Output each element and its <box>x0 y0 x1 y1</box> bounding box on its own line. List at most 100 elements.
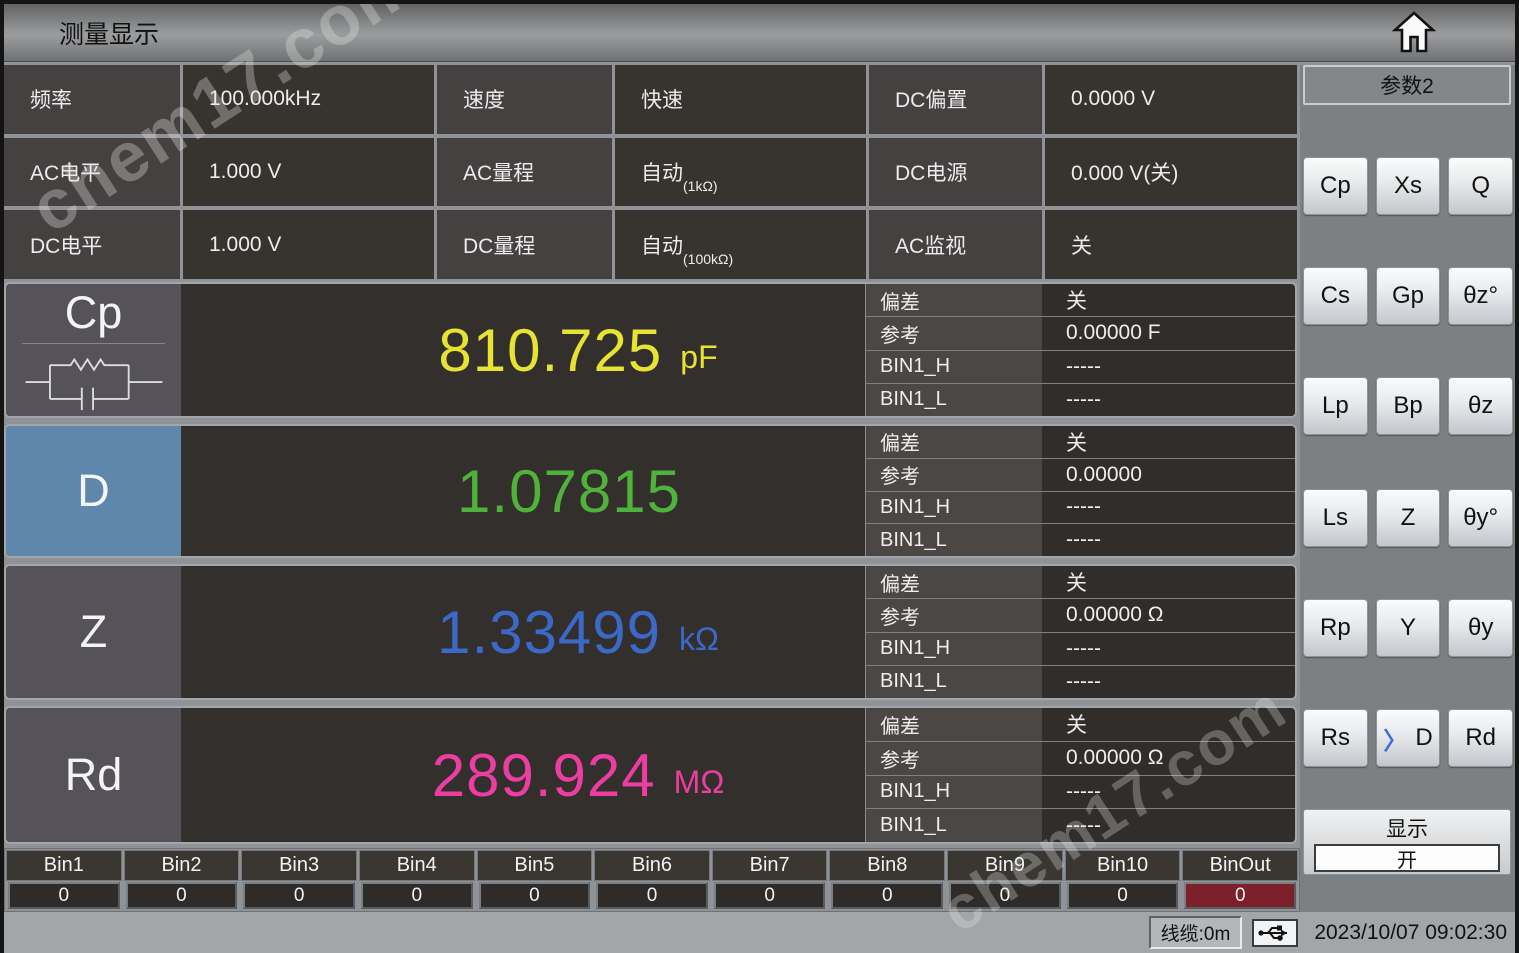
param-button-cp[interactable]: Cp <box>1303 157 1368 215</box>
deviation-label: 偏差 <box>866 708 1042 741</box>
datetime-display: 2023/10/07 09:02:30 <box>1314 921 1507 945</box>
measurement-details-z: 偏差关 参考0.00000 Ω BIN1_H----- BIN1_L----- <box>865 566 1295 698</box>
reference-value: 0.00000 Ω <box>1042 742 1295 775</box>
display-on-button[interactable]: 开 <box>1314 844 1499 872</box>
param-button-cs[interactable]: Cs <box>1303 267 1368 325</box>
dc-bias-label: DC偏置 <box>869 65 1042 134</box>
measurement-value-rd: 289.924 MΩ <box>181 708 865 842</box>
parameter-sidebar: 参数2 Cp Xs Q Cs Gp θz° Lp Bp θz Ls Z θy° … <box>1300 65 1515 912</box>
freq-value[interactable]: 100.000kHz <box>183 65 434 134</box>
freq-label: 频率 <box>4 65 180 134</box>
bin-column: Bin60 <box>593 849 711 911</box>
dc-bias-value[interactable]: 0.0000 V <box>1045 65 1297 134</box>
ac-level-label: AC电平 <box>4 138 180 207</box>
home-icon[interactable] <box>1392 9 1436 57</box>
bin-column: Bin90 <box>946 849 1064 911</box>
param-button-thetay[interactable]: θy <box>1448 599 1513 657</box>
divider <box>22 343 166 344</box>
reference-label: 参考 <box>866 317 1042 349</box>
bin1-l-value: ----- <box>1042 809 1295 842</box>
bin-column-binout: BinOut0 <box>1181 849 1299 911</box>
bin-column: Bin50 <box>476 849 594 911</box>
bin1-l-label: BIN1_L <box>866 809 1042 842</box>
ac-range-value[interactable]: 自动(1kΩ) <box>615 138 866 207</box>
reference-label: 参考 <box>866 742 1042 775</box>
param-button-xs[interactable]: Xs <box>1376 157 1441 215</box>
deviation-label: 偏差 <box>866 426 1042 458</box>
bin-column: Bin70 <box>711 849 829 911</box>
param-button-ls[interactable]: Ls <box>1303 489 1368 547</box>
bin-column: Bin30 <box>240 849 358 911</box>
ac-level-value[interactable]: 1.000 V <box>183 138 434 207</box>
param-selector-rd[interactable]: Rd <box>6 708 181 842</box>
param-button-rd[interactable]: Rd <box>1448 709 1513 767</box>
ac-range-label: AC量程 <box>437 138 612 207</box>
param-selector-z[interactable]: Z <box>6 566 181 698</box>
param-button-d-selected[interactable]: 〉D <box>1376 709 1441 767</box>
bin-column: Bin20 <box>123 849 241 911</box>
reference-value: 0.00000 F <box>1042 317 1295 349</box>
deviation-label: 偏差 <box>866 566 1042 598</box>
cable-length-indicator: 线缆:0m <box>1149 916 1243 949</box>
bin1-h-value: ----- <box>1042 492 1295 524</box>
measurement-value-z: 1.33499 kΩ <box>181 566 865 698</box>
bin1-h-value: ----- <box>1042 351 1295 383</box>
measurement-details-cp: 偏差关 参考0.00000 F BIN1_H----- BIN1_L----- <box>865 284 1295 416</box>
param-selector-d[interactable]: D <box>6 426 181 556</box>
param-button-bp[interactable]: Bp <box>1376 377 1441 435</box>
param-button-y[interactable]: Y <box>1376 599 1441 657</box>
deviation-value: 关 <box>1042 566 1295 598</box>
bin1-l-value: ----- <box>1042 384 1295 416</box>
dc-range-label: DC量程 <box>437 210 612 279</box>
bin-column: Bin10 <box>5 849 123 911</box>
deviation-value: 关 <box>1042 426 1295 458</box>
bin1-h-label: BIN1_H <box>866 351 1042 383</box>
measurement-details-rd: 偏差关 参考0.00000 Ω BIN1_H----- BIN1_L----- <box>865 708 1295 842</box>
deviation-value: 关 <box>1042 708 1295 741</box>
param-button-thetay-deg[interactable]: θy° <box>1448 489 1513 547</box>
parallel-rc-circuit-icon <box>19 352 169 412</box>
param-button-gp[interactable]: Gp <box>1376 267 1441 325</box>
sidebar-header: 参数2 <box>1303 65 1511 105</box>
param-button-lp[interactable]: Lp <box>1303 377 1368 435</box>
param-button-rs[interactable]: Rs <box>1303 709 1368 767</box>
measurement-value-cp: 810.725 pF <box>181 284 865 416</box>
bin1-h-label: BIN1_H <box>866 633 1042 665</box>
display-panel: 显示 开 <box>1303 809 1511 875</box>
speed-value[interactable]: 快速 <box>615 65 866 134</box>
status-bar: 线缆:0m 2023/10/07 09:02:30 <box>4 912 1515 953</box>
param-selector-cp[interactable]: Cp <box>6 284 181 416</box>
param-button-rp[interactable]: Rp <box>1303 599 1368 657</box>
bin1-h-value: ----- <box>1042 633 1295 665</box>
deviation-value: 关 <box>1042 284 1295 316</box>
bin-counter-bar: Bin10 Bin20 Bin30 Bin40 Bin50 Bin60 Bin7… <box>4 848 1300 912</box>
page-title: 测量显示 <box>59 15 159 51</box>
dc-range-value[interactable]: 自动(100kΩ) <box>615 210 866 279</box>
selected-marker-icon: 〉 <box>1383 721 1407 756</box>
bin1-l-label: BIN1_L <box>866 384 1042 416</box>
reference-value: 0.00000 Ω <box>1042 599 1295 631</box>
measurement-details-d: 偏差关 参考0.00000 BIN1_H----- BIN1_L----- <box>865 426 1295 556</box>
measurement-row-d: D 1.07815 偏差关 参考0.00000 BIN1_H----- BIN1… <box>4 424 1297 558</box>
bin1-l-value: ----- <box>1042 524 1295 556</box>
reference-label: 参考 <box>866 459 1042 491</box>
reference-label: 参考 <box>866 599 1042 631</box>
deviation-label: 偏差 <box>866 284 1042 316</box>
measurement-value-d: 1.07815 <box>181 426 865 556</box>
measurement-row-cp: Cp 810.725 pF 偏差关 参考0.00000 F BIN1_H----… <box>4 282 1297 418</box>
reference-value: 0.00000 <box>1042 459 1295 491</box>
param-button-z[interactable]: Z <box>1376 489 1441 547</box>
lcr-meter-screen: 测量显示 频率 100.000kHz 速度 快速 DC偏置 0.0000 V A… <box>0 0 1519 953</box>
param-button-q[interactable]: Q <box>1448 157 1513 215</box>
bin-column: Bin100 <box>1064 849 1182 911</box>
title-bar: 测量显示 <box>4 4 1515 62</box>
dc-level-value[interactable]: 1.000 V <box>183 210 434 279</box>
param-button-thetaz[interactable]: θz <box>1448 377 1513 435</box>
bin1-h-label: BIN1_H <box>866 776 1042 809</box>
bin-column: Bin80 <box>828 849 946 911</box>
speed-label: 速度 <box>437 65 612 134</box>
dc-source-value[interactable]: 0.000 V(关) <box>1045 138 1297 207</box>
ac-monitor-value[interactable]: 关 <box>1045 210 1297 279</box>
binout-count: 0 <box>1184 882 1296 909</box>
param-button-thetaz-deg[interactable]: θz° <box>1448 267 1513 325</box>
